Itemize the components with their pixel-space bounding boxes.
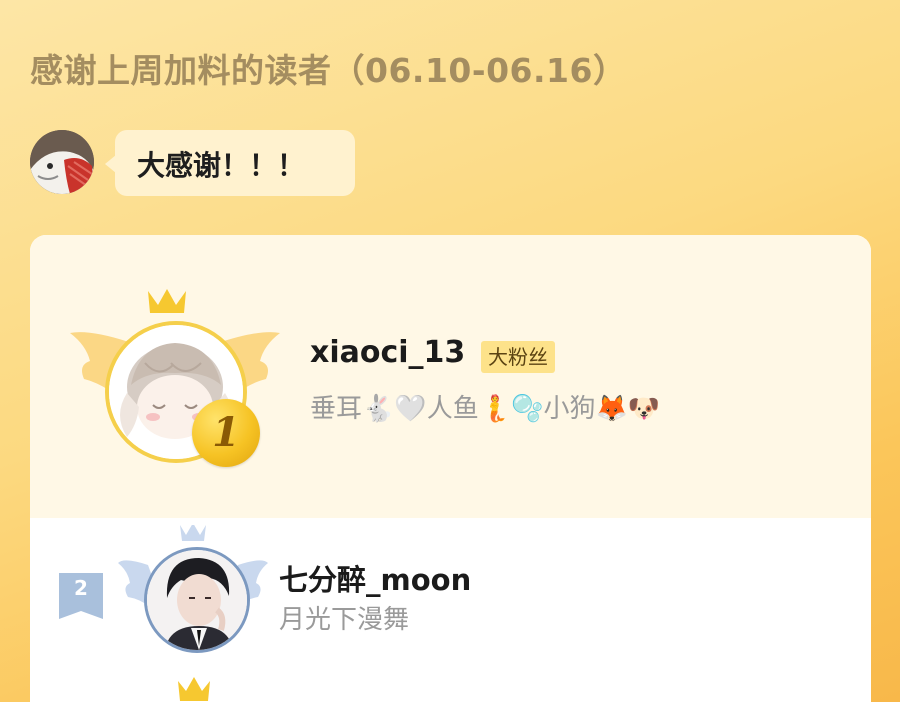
author-speech-bubble: 大感谢！！！	[105, 130, 355, 196]
second-place-username[interactable]: 七分醉_moon	[279, 557, 471, 599]
merperson-emoji-icon: 🧜	[478, 394, 512, 424]
second-place-rank-number: 2	[74, 576, 88, 600]
second-place-motto: 月光下漫舞	[279, 605, 410, 635]
second-place-avatar-illustration	[147, 550, 247, 650]
rabbit-emoji-icon: 🐇	[362, 394, 395, 424]
fan-level-badge: 大粉丝	[481, 341, 555, 373]
motto-text-2: 人鱼	[426, 394, 479, 424]
author-avatar-illustration	[30, 130, 94, 194]
author-avatar[interactable]	[30, 130, 94, 194]
first-place-username[interactable]: xiaoci_13	[310, 335, 465, 370]
motto-text-3: 小狗	[543, 394, 596, 424]
fox-emoji-icon: 🦊	[595, 394, 628, 424]
gold-crown-icon	[178, 677, 210, 701]
white-heart-emoji-icon: 🤍	[394, 394, 427, 424]
motto-text-1: 垂耳	[310, 394, 363, 424]
author-message: 大感谢！！！	[137, 149, 306, 182]
page-title: 感谢上周加料的读者（06.10-06.16）	[30, 51, 627, 90]
first-place-motto: 垂耳🐇🤍人鱼🧜🫧小狗🦊🐶	[310, 388, 660, 425]
first-place-rank-badge: 1	[192, 399, 260, 467]
second-place-avatar[interactable]	[144, 547, 250, 653]
dog-emoji-icon: 🐶	[627, 394, 661, 424]
bubbles-emoji-icon: 🫧	[511, 394, 544, 424]
leaderboard-card: 1 xiaoci_13 大粉丝 垂耳🐇🤍人鱼🧜🫧小狗🦊🐶 2 七分醉_moon …	[30, 235, 871, 702]
